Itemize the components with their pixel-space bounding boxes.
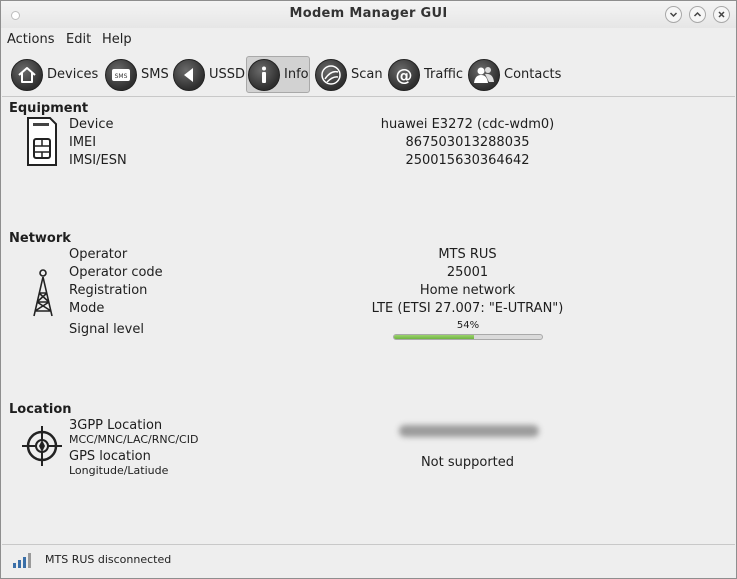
mode-value: LTE (ETSI 27.007: "E-UTRAN") [371, 301, 564, 316]
gps-location-label: GPS location [69, 449, 151, 464]
device-value: huawei E3272 (cdc-wdm0) [380, 117, 555, 132]
signal-progress-fill [394, 335, 474, 339]
window-title: Modem Manager GUI [289, 6, 448, 21]
devices-button[interactable]: Devices [9, 56, 99, 93]
imsi-value: 250015630364642 [405, 153, 530, 168]
toolbar-divider [2, 96, 735, 97]
maximize-button[interactable] [689, 6, 706, 23]
ussd-label: USSD [209, 67, 246, 82]
registration-value: Home network [419, 283, 516, 298]
sim-card-icon [27, 117, 57, 166]
gps-location-sublabel: Longitude/Latiude [69, 464, 169, 477]
info-icon [248, 58, 280, 91]
svg-text:SMS: SMS [115, 73, 128, 80]
chevron-down-icon [669, 12, 678, 18]
imei-value: 867503013288035 [405, 135, 530, 150]
contacts-icon [468, 58, 500, 91]
scan-label: Scan [351, 67, 383, 82]
mode-label: Mode [69, 301, 105, 316]
traffic-label: Traffic [424, 67, 464, 82]
operator-value: MTS RUS [438, 247, 497, 262]
signal-percent: 54% [456, 320, 480, 331]
home-icon [11, 58, 43, 91]
gps-location-value: Not supported [420, 455, 515, 470]
status-text: MTS RUS disconnected [45, 553, 172, 566]
main-window: Modem Manager GUI Actions Edit Help Devi… [0, 0, 737, 579]
info-label: Info [284, 67, 309, 82]
menu-bar: Actions Edit Help [1, 29, 736, 51]
close-button[interactable] [713, 6, 730, 23]
contacts-button[interactable]: Contacts [466, 56, 562, 93]
imsi-label: IMSI/ESN [69, 153, 127, 168]
scan-icon [315, 58, 347, 91]
signal-strength-icon [13, 553, 31, 568]
scan-button[interactable]: Scan [313, 56, 384, 93]
traffic-button[interactable]: @ Traffic [386, 56, 464, 93]
cell-tower-icon [33, 269, 53, 317]
sms-button[interactable]: SMS SMS [103, 56, 170, 93]
location-title: Location [9, 402, 72, 417]
gpp-location-label: 3GPP Location [69, 418, 163, 433]
sms-label: SMS [141, 67, 169, 82]
gpp-location-sublabel: MCC/MNC/LAC/RNC/CID [69, 433, 199, 446]
contacts-label: Contacts [504, 67, 562, 82]
ussd-icon [173, 58, 205, 91]
registration-label: Registration [69, 283, 148, 298]
gpp-location-value-redacted [399, 425, 539, 437]
ussd-button[interactable]: USSD [171, 56, 246, 93]
minimize-button[interactable] [665, 6, 682, 23]
equipment-title: Equipment [9, 101, 89, 116]
operator-code-label: Operator code [69, 265, 163, 280]
menu-help[interactable]: Help [102, 32, 132, 47]
menu-edit[interactable]: Edit [66, 32, 91, 47]
svg-text:@: @ [396, 66, 413, 86]
status-bar: MTS RUS disconnected [2, 545, 735, 577]
menu-actions[interactable]: Actions [7, 32, 55, 47]
toolbar: Devices SMS SMS USSD Info Scan @ Traffic… [1, 54, 736, 95]
sms-icon: SMS [105, 58, 137, 91]
info-button[interactable]: Info [246, 56, 310, 93]
imei-label: IMEI [69, 135, 97, 150]
title-bar: Modem Manager GUI [1, 1, 736, 28]
crosshair-icon [22, 426, 62, 466]
operator-code-value: 25001 [446, 265, 489, 280]
chevron-up-icon [693, 11, 702, 17]
signal-level-label: Signal level [69, 322, 144, 337]
signal-progress-bar [393, 334, 543, 340]
device-label: Device [69, 117, 114, 132]
operator-label: Operator [69, 247, 128, 262]
close-icon [718, 11, 725, 18]
traffic-icon: @ [388, 58, 420, 91]
devices-label: Devices [47, 67, 99, 82]
network-title: Network [9, 231, 71, 246]
